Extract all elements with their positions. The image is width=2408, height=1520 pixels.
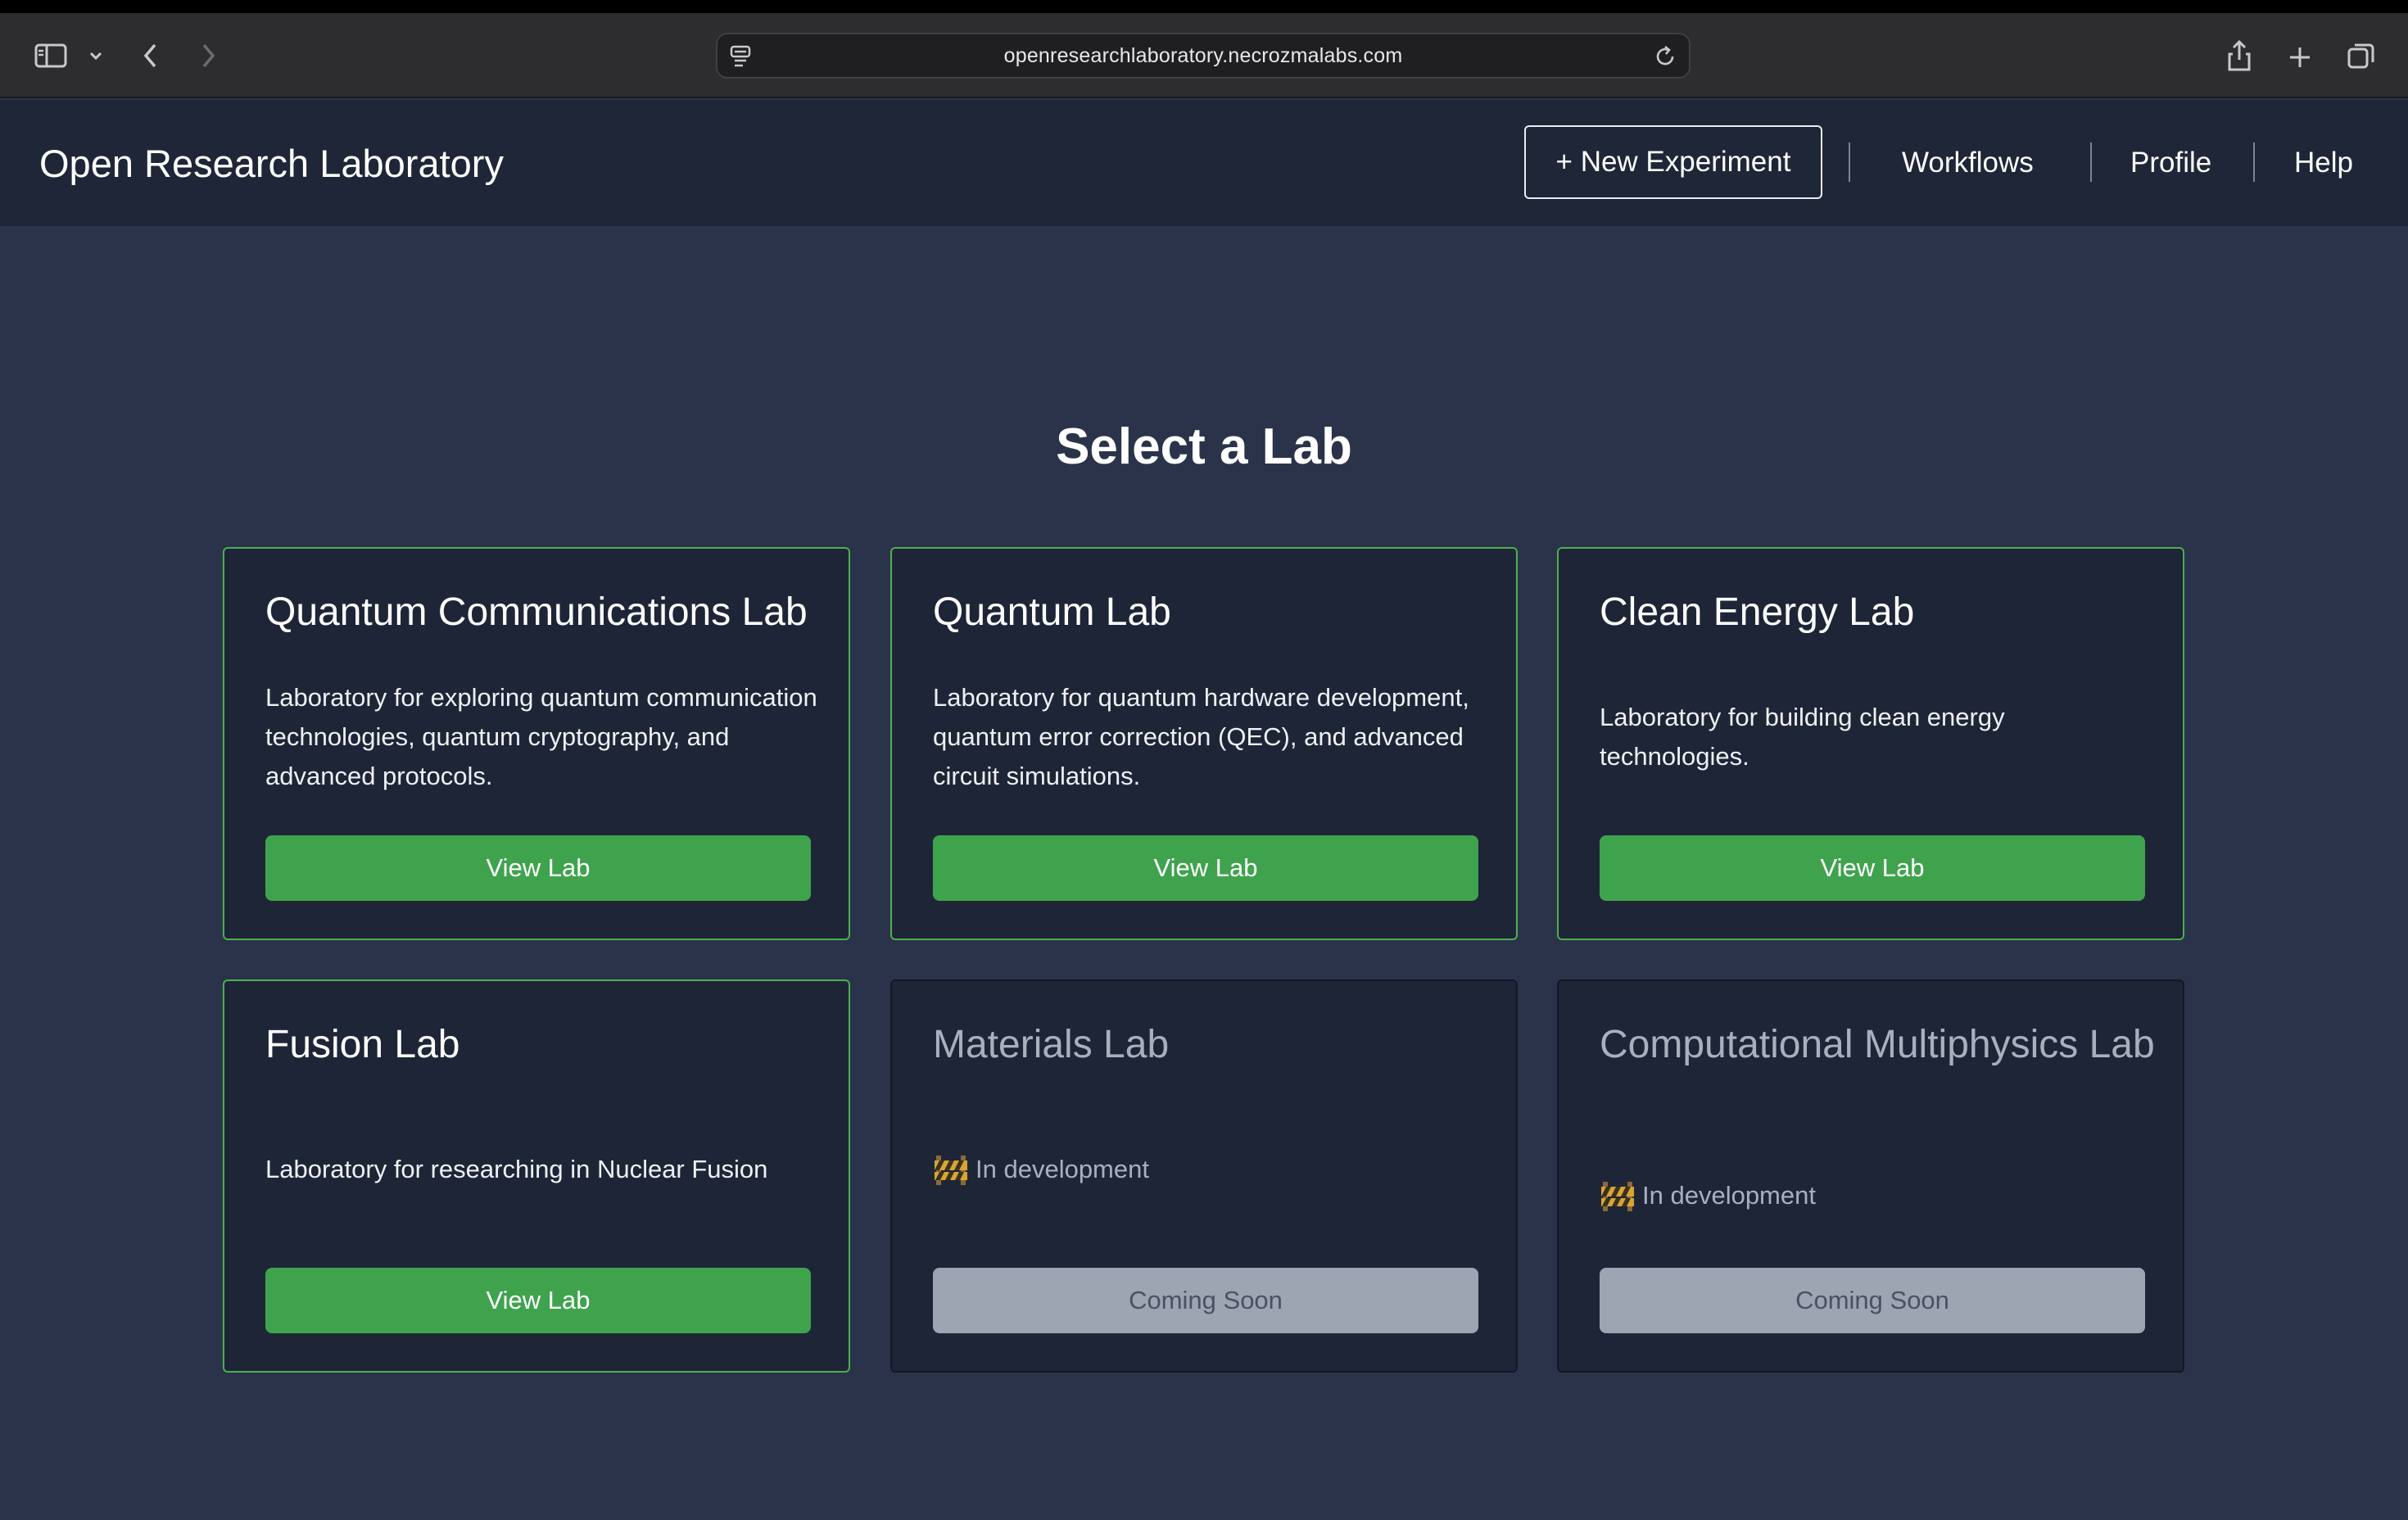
- lab-card-title: Materials Lab: [933, 1023, 1170, 1066]
- construction-barrier-icon: [1600, 1178, 1636, 1213]
- share-icon[interactable]: [2223, 36, 2256, 75]
- coming-soon-button: Coming Soon: [933, 1268, 1478, 1333]
- view-lab-button[interactable]: View Lab: [265, 835, 811, 901]
- lab-card-description: Laboratory for exploring quantum communi…: [265, 683, 817, 790]
- nav-divider: [1849, 142, 1850, 182]
- nav-help-link[interactable]: Help: [2294, 100, 2353, 226]
- page-title: Select a Lab: [1056, 418, 1352, 475]
- chevron-down-icon[interactable]: [85, 44, 106, 67]
- lab-card-description: Laboratory for researching in Nuclear Fu…: [265, 1155, 768, 1183]
- new-tab-icon[interactable]: [2284, 41, 2316, 74]
- brand-title[interactable]: Open Research Laboratory: [39, 100, 504, 226]
- lab-card-materials: Materials Lab In development Coming Soon: [890, 979, 1518, 1373]
- lab-card-status: In development: [933, 1150, 1490, 1189]
- reload-icon[interactable]: [1653, 44, 1677, 75]
- lab-card-quantum-communications: Quantum Communications Lab Laboratory fo…: [223, 547, 850, 940]
- lab-card-title: Fusion Lab: [265, 1023, 460, 1066]
- new-experiment-button[interactable]: + New Experiment: [1524, 125, 1822, 199]
- address-bar[interactable]: openresearchlaboratory.necrozmalabs.com: [716, 33, 1691, 79]
- view-lab-button[interactable]: View Lab: [933, 835, 1478, 901]
- status-text: In development: [1642, 1181, 1816, 1210]
- back-icon[interactable]: [136, 39, 165, 72]
- lab-card-quantum: Quantum Lab Laboratory for quantum hardw…: [890, 547, 1518, 940]
- coming-soon-button: Coming Soon: [1600, 1268, 2145, 1333]
- lab-card-computational-multiphysics: Computational Multiphysics Lab In develo…: [1557, 979, 2184, 1373]
- url-text: openresearchlaboratory.necrozmalabs.com: [1003, 43, 1403, 67]
- lab-card-status: In development: [1600, 1176, 2157, 1215]
- construction-barrier-icon: [933, 1152, 969, 1187]
- view-lab-button[interactable]: View Lab: [265, 1268, 811, 1333]
- app-header: Open Research Laboratory + New Experimen…: [0, 100, 2408, 226]
- lab-card-fusion: Fusion Lab Laboratory for researching in…: [223, 979, 850, 1373]
- nav-divider: [2253, 142, 2255, 182]
- lab-card-clean-energy: Clean Energy Lab Laboratory for building…: [1557, 547, 2184, 940]
- lab-card-title: Computational Multiphysics Lab: [1600, 1023, 2155, 1066]
- lab-card-title: Quantum Communications Lab: [265, 590, 808, 634]
- status-text: In development: [975, 1155, 1149, 1183]
- window-top-strip: [0, 0, 2408, 13]
- sidebar-icon[interactable]: [31, 39, 70, 72]
- nav-profile-link[interactable]: Profile: [2130, 100, 2211, 226]
- view-lab-button[interactable]: View Lab: [1600, 835, 2145, 901]
- site-settings-icon[interactable]: [729, 44, 752, 75]
- lab-card-description: Laboratory for building clean energy tec…: [1600, 703, 2005, 771]
- nav-workflows-link[interactable]: Workflows: [1902, 100, 2034, 226]
- lab-card-title: Quantum Lab: [933, 590, 1171, 634]
- browser-toolbar: openresearchlaboratory.necrozmalabs.com: [0, 13, 2408, 98]
- forward-icon: [193, 39, 223, 72]
- lab-card-title: Clean Energy Lab: [1600, 590, 1915, 634]
- lab-card-description: Laboratory for quantum hardware developm…: [933, 683, 1469, 790]
- nav-divider: [2090, 142, 2092, 182]
- tab-overview-icon[interactable]: [2344, 39, 2379, 74]
